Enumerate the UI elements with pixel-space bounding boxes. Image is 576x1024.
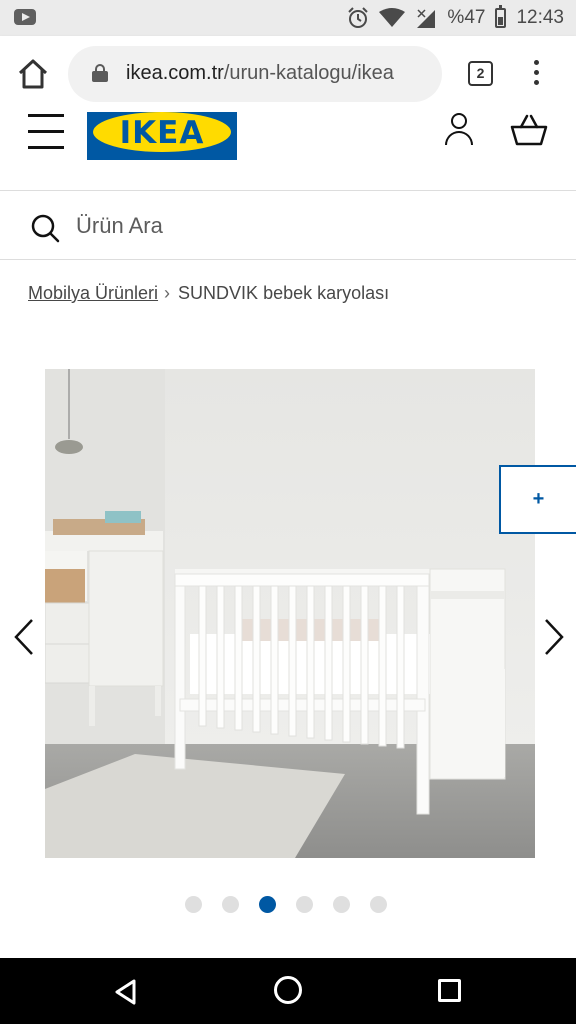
account-icon[interactable] xyxy=(444,112,474,146)
search-icon[interactable] xyxy=(30,213,60,243)
search-bar xyxy=(0,190,576,260)
carousel-dot[interactable] xyxy=(222,896,239,913)
zoom-button[interactable]: + xyxy=(499,465,576,534)
battery-icon xyxy=(495,5,507,28)
crib-photo xyxy=(45,369,535,858)
battery-percent: %47 xyxy=(447,7,486,28)
ikea-logo[interactable]: IKEA xyxy=(87,112,237,160)
chevron-right-icon: › xyxy=(164,283,171,303)
recent-apps-icon[interactable] xyxy=(438,979,461,1002)
url-text: ikea.com.tr/urun-katalogu/ikea xyxy=(126,62,394,84)
search-input[interactable] xyxy=(76,209,536,243)
lock-icon xyxy=(92,64,108,82)
signal-icon xyxy=(417,9,436,28)
wifi-icon xyxy=(379,8,406,27)
shopping-bag-icon[interactable] xyxy=(510,114,548,146)
carousel-pagination xyxy=(185,896,387,913)
home-icon[interactable] xyxy=(16,58,50,90)
status-bar: %47 12:43 xyxy=(0,0,576,36)
breadcrumb: Mobilya Ürünleri › SUNDVIK bebek karyola… xyxy=(28,283,389,304)
alarm-icon xyxy=(348,7,369,28)
address-bar[interactable]: ikea.com.tr/urun-katalogu/ikea xyxy=(68,46,442,102)
site-header: IKEA xyxy=(0,112,576,190)
more-menu-icon[interactable] xyxy=(531,60,541,88)
carousel-dot[interactable] xyxy=(370,896,387,913)
carousel-dot[interactable] xyxy=(296,896,313,913)
breadcrumb-current: SUNDVIK bebek karyolası xyxy=(178,283,390,303)
tab-switcher-button[interactable]: 2 xyxy=(468,61,493,86)
back-icon[interactable] xyxy=(112,978,140,1006)
browser-toolbar: ikea.com.tr/urun-katalogu/ikea 2 xyxy=(0,36,576,112)
carousel-dot-active[interactable] xyxy=(259,896,276,913)
carousel-dot[interactable] xyxy=(185,896,202,913)
youtube-icon xyxy=(14,9,36,25)
carousel-dot[interactable] xyxy=(333,896,350,913)
chevron-left-icon[interactable] xyxy=(10,617,38,657)
system-nav-bar xyxy=(0,958,576,1024)
home-nav-icon[interactable] xyxy=(274,976,302,1004)
clock: 12:43 xyxy=(516,7,564,28)
product-image[interactable] xyxy=(45,369,535,858)
breadcrumb-link-furniture[interactable]: Mobilya Ürünleri xyxy=(28,283,158,304)
chevron-right-icon[interactable] xyxy=(540,617,568,657)
hamburger-menu-icon[interactable] xyxy=(28,112,64,150)
